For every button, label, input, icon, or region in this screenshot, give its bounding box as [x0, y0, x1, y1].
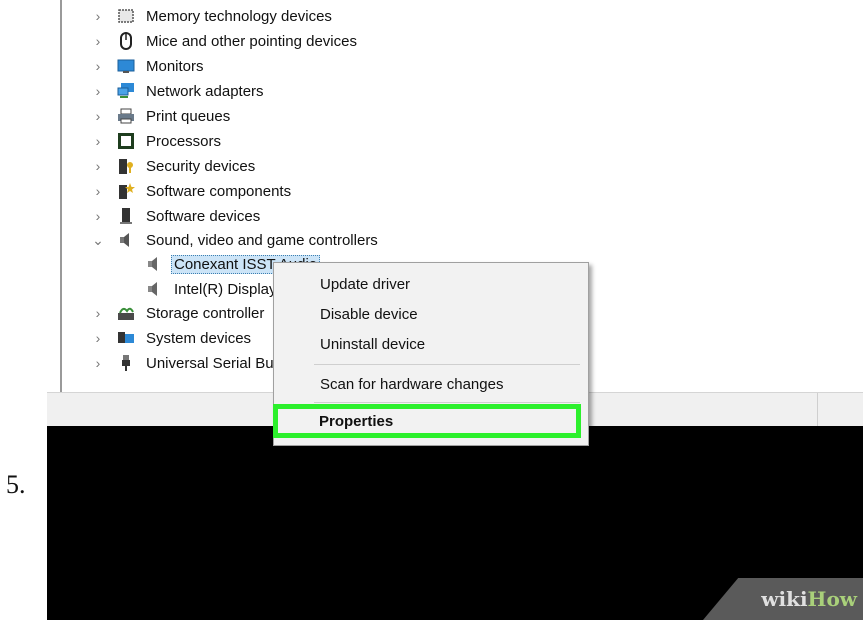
tree-item-monitors[interactable]: › Monitors [91, 54, 207, 78]
processor-icon [117, 132, 135, 150]
tree-item-software-components[interactable]: › Software components [91, 179, 294, 203]
chevron-right-icon[interactable]: › [91, 58, 105, 74]
menu-item-scan-hardware[interactable]: Scan for hardware changes [274, 369, 588, 399]
tree-item-network[interactable]: › Network adapters [91, 79, 267, 103]
tree-item-usb[interactable]: › Universal Serial Bu [91, 351, 277, 375]
wikihow-watermark: wiki How [703, 578, 863, 620]
menu-separator [314, 364, 580, 365]
tree-item-print-queues[interactable]: › Print queues [91, 104, 233, 128]
security-icon [117, 157, 135, 175]
speaker-icon [145, 255, 163, 273]
chevron-right-icon[interactable]: › [91, 83, 105, 99]
mouse-icon [117, 32, 135, 50]
storage-icon [117, 304, 135, 322]
tree-child-intel-display[interactable]: Intel(R) Display [145, 277, 280, 301]
chevron-right-icon[interactable]: › [91, 305, 105, 321]
memory-icon [117, 7, 135, 25]
speaker-icon [145, 280, 163, 298]
chevron-right-icon[interactable]: › [91, 33, 105, 49]
usb-icon [117, 354, 135, 372]
chevron-right-icon[interactable]: › [91, 108, 105, 124]
step-number: 5. [6, 470, 26, 499]
tree-item-mice[interactable]: › Mice and other pointing devices [91, 29, 360, 53]
window-border [60, 0, 62, 392]
tree-item-security[interactable]: › Security devices [91, 154, 258, 178]
chevron-right-icon[interactable]: › [91, 355, 105, 371]
chevron-right-icon[interactable]: › [91, 183, 105, 199]
chevron-right-icon[interactable]: › [91, 8, 105, 24]
menu-separator [314, 402, 580, 403]
tree-item-storage[interactable]: › Storage controller [91, 301, 267, 325]
chevron-right-icon[interactable]: › [91, 158, 105, 174]
tree-item-system[interactable]: › System devices [91, 326, 254, 350]
menu-item-properties[interactable]: Properties [278, 409, 576, 433]
menu-item-uninstall-device[interactable]: Uninstall device [274, 329, 588, 359]
chevron-right-icon[interactable]: › [91, 330, 105, 346]
menu-item-disable-device[interactable]: Disable device [274, 299, 588, 329]
tree-item-processors[interactable]: › Processors [91, 129, 224, 153]
system-icon [117, 329, 135, 347]
chevron-right-icon[interactable]: › [91, 208, 105, 224]
watermark-how: How [807, 587, 857, 611]
chevron-down-icon[interactable]: ⌄ [91, 232, 105, 249]
tree-item-sound[interactable]: ⌄ Sound, video and game controllers [91, 228, 381, 252]
screenshot-frame: › Memory technology devices › Mice and o… [47, 0, 863, 620]
tree-item-memory[interactable]: › Memory technology devices [91, 4, 335, 28]
status-divider [817, 393, 818, 426]
properties-highlight: Properties [273, 404, 581, 438]
monitor-icon [117, 57, 135, 75]
watermark-wiki: wiki [761, 587, 808, 611]
network-icon [117, 82, 135, 100]
tree-item-software-devices[interactable]: › Software devices [91, 204, 263, 228]
software-device-icon [117, 207, 135, 225]
menu-item-update-driver[interactable]: Update driver [274, 269, 588, 299]
printer-icon [117, 107, 135, 125]
software-component-icon [117, 182, 135, 200]
chevron-right-icon[interactable]: › [91, 133, 105, 149]
speaker-icon [117, 231, 135, 249]
